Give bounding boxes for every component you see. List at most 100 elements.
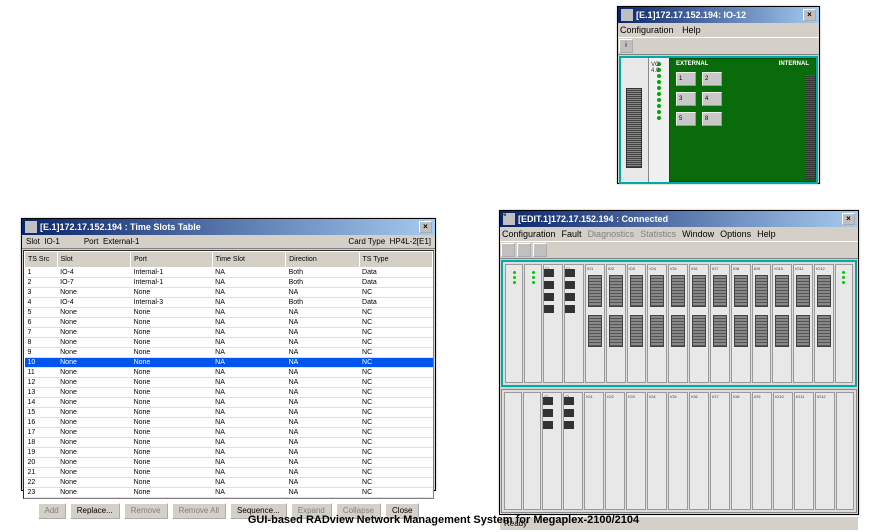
slot-io4[interactable]: IO4 bbox=[647, 392, 667, 511]
chip-3[interactable]: 3 bbox=[676, 92, 696, 106]
chip-2[interactable]: 2 bbox=[702, 72, 722, 86]
slot-cl[interactable]: CL bbox=[563, 392, 583, 511]
slot-io2[interactable]: IO2 bbox=[605, 392, 625, 511]
table-row[interactable]: 22NoneNoneNANANC bbox=[25, 478, 433, 488]
table-cell: NC bbox=[359, 448, 432, 458]
table-row[interactable]: 18NoneNoneNANANC bbox=[25, 438, 433, 448]
column-header[interactable]: TS Src bbox=[25, 252, 58, 268]
menu-configuration[interactable]: Configuration bbox=[502, 229, 556, 239]
slot-io11[interactable]: IO11 bbox=[794, 392, 814, 511]
slot-ps[interactable]: PS bbox=[505, 264, 523, 383]
slot-io6[interactable]: IO6 bbox=[689, 264, 709, 383]
led-icon bbox=[657, 116, 661, 120]
slot-io10[interactable]: IO10 bbox=[773, 392, 793, 511]
titlebar[interactable]: [E.1]172.17.152.194: IO-12 × bbox=[618, 7, 819, 23]
slot-ps[interactable]: PS bbox=[835, 264, 853, 383]
slot-io7[interactable]: IO7 bbox=[710, 392, 730, 511]
table-row[interactable]: 7NoneNoneNANANC bbox=[25, 328, 433, 338]
table-row[interactable]: 14NoneNoneNANANC bbox=[25, 398, 433, 408]
slot-io7[interactable]: IO7 bbox=[710, 264, 730, 383]
slot-ps[interactable]: PS bbox=[504, 392, 522, 511]
slot-label: IO1 bbox=[586, 394, 592, 399]
close-button[interactable]: × bbox=[803, 9, 816, 21]
slot-io12[interactable]: IO12 bbox=[815, 392, 835, 511]
table-row[interactable]: 11NoneNoneNANANC bbox=[25, 368, 433, 378]
column-header[interactable]: Direction bbox=[286, 252, 359, 268]
titlebar[interactable]: [E.1]172.17.152.194 : Time Slots Table × bbox=[22, 219, 435, 235]
toolbar-button[interactable] bbox=[533, 243, 547, 257]
table-row[interactable]: 23NoneNoneNANANC bbox=[25, 488, 433, 498]
titlebar[interactable]: [EDIT.1]172.17.152.194 : Connected × bbox=[500, 211, 858, 227]
slot-cl[interactable]: CL bbox=[564, 264, 584, 383]
slot-io12[interactable]: IO12 bbox=[814, 264, 834, 383]
column-header[interactable]: TS Type bbox=[359, 252, 432, 268]
table-row[interactable]: 10NoneNoneNANANC bbox=[25, 358, 433, 368]
menu-window[interactable]: Window bbox=[682, 229, 714, 239]
slot-cl[interactable]: CL bbox=[542, 392, 562, 511]
table-row[interactable]: 19NoneNoneNANANC bbox=[25, 448, 433, 458]
chip-5[interactable]: 5 bbox=[676, 112, 696, 126]
table-row[interactable]: 20NoneNoneNANANC bbox=[25, 458, 433, 468]
close-button[interactable]: × bbox=[419, 221, 432, 233]
table-row[interactable]: 3NoneNoneNANANC bbox=[25, 288, 433, 298]
toolbar-button[interactable] bbox=[517, 243, 531, 257]
table-row[interactable]: 4IO-4Internal-3NABothData bbox=[25, 298, 433, 308]
slot-io3[interactable]: IO3 bbox=[627, 264, 647, 383]
slot-io8[interactable]: IO8 bbox=[731, 392, 751, 511]
close-button[interactable]: × bbox=[842, 213, 855, 225]
slot-io10[interactable]: IO10 bbox=[772, 264, 792, 383]
table-row[interactable]: 21NoneNoneNANANC bbox=[25, 468, 433, 478]
table-row[interactable]: 1IO-4Internal-1NABothData bbox=[25, 268, 433, 278]
slot-io11[interactable]: IO11 bbox=[793, 264, 813, 383]
toolbar-button[interactable] bbox=[501, 243, 515, 257]
slot-io3[interactable]: IO3 bbox=[626, 392, 646, 511]
slot-ps[interactable]: PS bbox=[836, 392, 854, 511]
menu-help[interactable]: Help bbox=[757, 229, 776, 239]
slot-cl[interactable]: CL bbox=[543, 264, 563, 383]
table-row[interactable]: 2IO-7Internal-1NABothData bbox=[25, 278, 433, 288]
table-cell: 20 bbox=[25, 458, 58, 468]
table-row[interactable]: 16NoneNoneNANANC bbox=[25, 418, 433, 428]
table-cell: NA bbox=[212, 468, 285, 478]
table-row[interactable]: 12NoneNoneNANANC bbox=[25, 378, 433, 388]
menu-fault[interactable]: Fault bbox=[562, 229, 582, 239]
menu-configuration[interactable]: Configuration bbox=[620, 25, 674, 35]
slot-label: IO7 bbox=[712, 266, 718, 271]
chip-4[interactable]: 4 bbox=[702, 92, 722, 106]
port-icon bbox=[544, 293, 554, 301]
table-cell: NA bbox=[212, 308, 285, 318]
slot-io6[interactable]: IO6 bbox=[689, 392, 709, 511]
slot-io9[interactable]: IO9 bbox=[752, 392, 772, 511]
port-block-icon bbox=[713, 315, 727, 347]
slot-io9[interactable]: IO9 bbox=[752, 264, 772, 383]
slot-io8[interactable]: IO8 bbox=[731, 264, 751, 383]
table-row[interactable]: 13NoneNoneNANANC bbox=[25, 388, 433, 398]
chip-1[interactable]: 1 bbox=[676, 72, 696, 86]
slot-io2[interactable]: IO2 bbox=[606, 264, 626, 383]
column-header[interactable]: Port bbox=[131, 252, 213, 268]
port-label: Port bbox=[84, 237, 99, 246]
menu-options[interactable]: Options bbox=[720, 229, 751, 239]
menu-diagnostics[interactable]: Diagnostics bbox=[588, 229, 635, 239]
slot-label: IO6 bbox=[691, 394, 697, 399]
slot-io1[interactable]: IO1 bbox=[585, 264, 605, 383]
column-header[interactable]: Slot bbox=[57, 252, 130, 268]
table-row[interactable]: 6NoneNoneNANANC bbox=[25, 318, 433, 328]
column-header[interactable]: Time Slot bbox=[212, 252, 285, 268]
table-row[interactable]: 9NoneNoneNANANC bbox=[25, 348, 433, 358]
slot-io4[interactable]: IO4 bbox=[647, 264, 667, 383]
slot-io5[interactable]: IO5 bbox=[668, 264, 688, 383]
slot-io5[interactable]: IO5 bbox=[668, 392, 688, 511]
menu-statistics[interactable]: Statistics bbox=[640, 229, 676, 239]
slot-ps[interactable]: PS bbox=[524, 264, 542, 383]
toolbar-info-button[interactable]: i bbox=[619, 39, 633, 53]
slot-io1[interactable]: IO1 bbox=[584, 392, 604, 511]
table-row[interactable]: 8NoneNoneNANANC bbox=[25, 338, 433, 348]
menu-help[interactable]: Help bbox=[682, 25, 701, 35]
table-row[interactable]: 15NoneNoneNANANC bbox=[25, 408, 433, 418]
table-row[interactable]: 5NoneNoneNANANC bbox=[25, 308, 433, 318]
slot-ps[interactable]: PS bbox=[523, 392, 541, 511]
table-cell: NA bbox=[212, 278, 285, 288]
table-row[interactable]: 17NoneNoneNANANC bbox=[25, 428, 433, 438]
chip-8[interactable]: 8 bbox=[702, 112, 722, 126]
